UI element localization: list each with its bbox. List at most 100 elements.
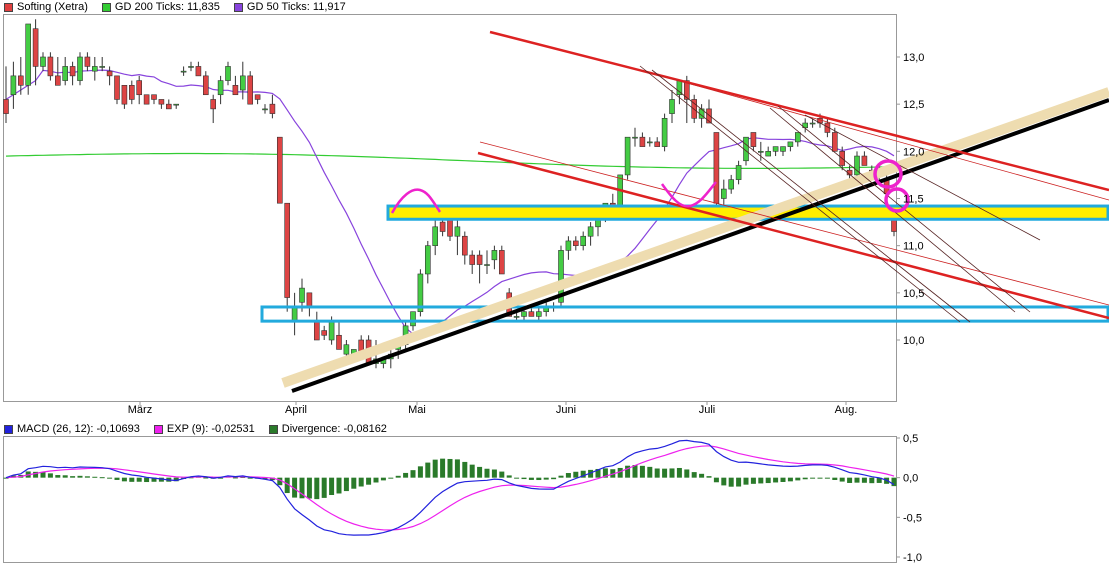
divergence-bar (728, 477, 734, 487)
divergence-bar (514, 477, 520, 479)
xtick-label: Juli (699, 404, 716, 416)
divergence-bar (736, 477, 742, 487)
candle-body (210, 99, 216, 110)
divergence-bar (395, 475, 401, 478)
divergence-bar (70, 476, 76, 478)
candle-body (809, 122, 816, 125)
candle-body (498, 250, 505, 275)
divergence-bar (92, 476, 98, 478)
candle-body (106, 70, 113, 77)
xtick-label: Aug. (835, 404, 858, 416)
divergence-bar (403, 472, 409, 478)
candle-body (720, 188, 727, 199)
candle-body (646, 141, 653, 144)
divergence-bar (802, 477, 808, 480)
candle-body (32, 28, 39, 67)
candle-body (225, 66, 231, 81)
divergence-bar (232, 477, 238, 479)
divergence-bar (388, 477, 394, 479)
candle-body (17, 75, 24, 86)
divergence-bar (528, 477, 534, 480)
candle-body (291, 306, 298, 322)
divergence-bar (551, 477, 557, 480)
candle-body (217, 80, 224, 96)
divergence-bar (306, 477, 312, 499)
candle-body (54, 75, 61, 86)
candle-body (321, 330, 328, 336)
xtick-label: Mai (408, 404, 426, 416)
candle-body (180, 70, 187, 73)
divergence-bar (321, 477, 327, 498)
price-y-tick-labels: 10,0 10,5 11,0 11,5 12,0 12,5 13,0 (903, 52, 924, 347)
candle-body (439, 221, 446, 232)
candle-body (62, 66, 69, 81)
divergence-bar (380, 477, 386, 481)
divergence-bar (780, 477, 786, 482)
candle-body (77, 56, 83, 81)
divergence-bar (565, 473, 571, 478)
divergence-bar (329, 477, 335, 496)
candle-body (669, 99, 675, 114)
downtrend-channel-bottom (477, 151, 1109, 320)
divergence-bar (662, 468, 668, 478)
candle-body (143, 94, 150, 105)
divergence-bar (373, 477, 379, 483)
candle-body (99, 66, 105, 68)
candle-body (424, 245, 431, 275)
price-ytick-label: 12,0 (903, 146, 924, 158)
uptrend-band (281, 87, 1109, 388)
macd-ytick-label: 0,5 (903, 433, 918, 445)
candle-body (129, 85, 135, 100)
candle-body (69, 66, 76, 77)
divergence-bar (107, 477, 113, 479)
macd-ytick-label: -1,0 (903, 552, 922, 564)
gd50-path (5, 69, 895, 335)
divergence-bar (639, 465, 645, 478)
divergence-bar (765, 477, 771, 484)
divergence-bar (47, 473, 53, 478)
candle-body (469, 254, 476, 265)
candle-body (491, 250, 498, 261)
xtick-label: Juni (556, 404, 576, 416)
candle-body (454, 226, 461, 237)
candle-body (173, 103, 179, 106)
macd-plot-frame (3, 436, 897, 563)
divergence-bar (869, 477, 875, 484)
candle-body (203, 75, 209, 96)
candle-body (136, 80, 142, 96)
candle-body (713, 132, 720, 204)
stock-chart: 10,0 10,5 11,0 11,5 12,0 12,5 13,0 März April Ma… (3, 14, 1109, 564)
divergence-bar (839, 477, 845, 482)
support-zone-blue (260, 305, 1109, 323)
divergence-bar (647, 466, 653, 478)
candle-body (114, 75, 120, 100)
divergence-bar (358, 477, 364, 487)
divergence-bar (55, 475, 61, 478)
candle-body (780, 146, 786, 152)
divergence-bar (366, 477, 372, 485)
divergence-bar (469, 464, 475, 478)
price-ytick-label: 12,5 (903, 99, 924, 111)
divergence-bar (847, 477, 853, 483)
candle-body (861, 155, 868, 166)
candle-body (528, 311, 535, 317)
divergence-bar (669, 468, 675, 478)
price-panel: 10,0 10,5 11,0 11,5 12,0 12,5 13,0 März April Ma… (3, 14, 1109, 416)
divergence-bar (721, 477, 727, 486)
divergence-bar (417, 466, 423, 478)
candle-body (794, 132, 801, 143)
candle-body (158, 99, 165, 105)
divergence-bar (573, 471, 579, 478)
divergence-bar (84, 476, 90, 478)
uptrend-line (291, 98, 1109, 393)
divergence-bar (654, 468, 660, 478)
divergence-bar (77, 475, 83, 478)
divergence-bar (750, 477, 756, 484)
macd-line (5, 439, 895, 536)
candle-body (831, 132, 838, 152)
candle-body (728, 179, 735, 190)
divergence-bar (699, 473, 705, 478)
divergence-bar (440, 458, 446, 478)
divergence-bar (521, 477, 527, 480)
divergence-bar (336, 477, 342, 494)
